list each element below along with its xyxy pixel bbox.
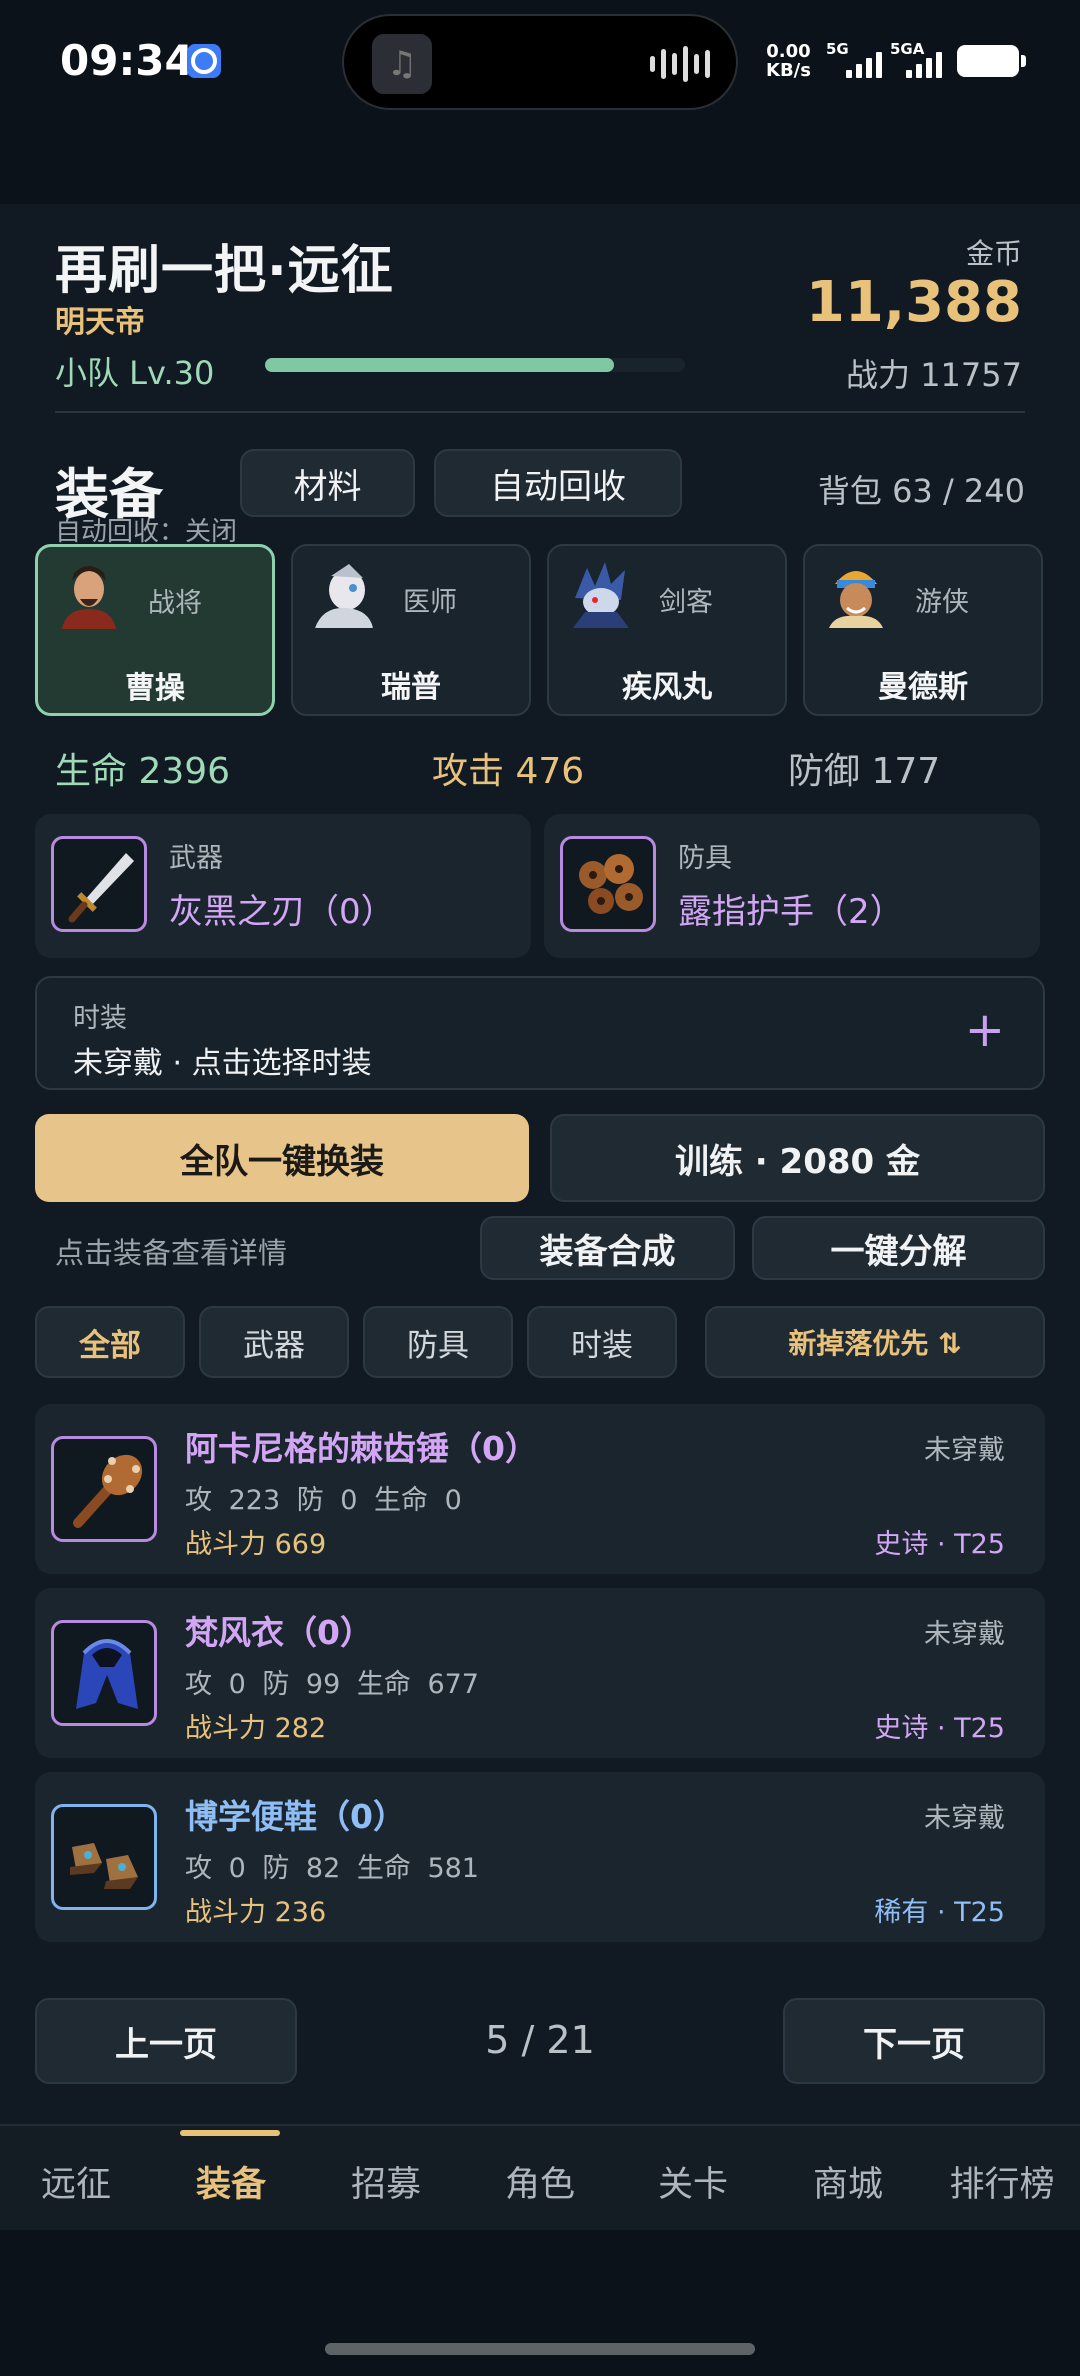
slot-type: 防具 [678, 843, 732, 874]
signal-bars-icon [846, 50, 882, 78]
train-button[interactable]: 训练 · 2080 金 [550, 1114, 1045, 1202]
hint-text: 点击装备查看详情 [55, 1236, 288, 1270]
costume-slot[interactable]: 时装 未穿戴 · 点击选择时装 + [35, 976, 1045, 1090]
music-note-icon: ♫ [372, 34, 432, 94]
item-rarity: 史诗 · T25 [874, 1713, 1005, 1744]
item-stats: 攻 0 防 99 生命 677 [185, 1669, 479, 1700]
item-power: 战斗力 236 [185, 1897, 327, 1928]
divider [55, 411, 1025, 413]
filter-costume[interactable]: 时装 [527, 1306, 677, 1378]
item-name: 梵风衣（0） [185, 1613, 373, 1652]
network-speed: 0.00 KB/s [766, 41, 811, 81]
gold-value: 11,388 [805, 270, 1022, 335]
mace-icon [51, 1436, 157, 1542]
nav-stage[interactable]: 关卡 [623, 2156, 763, 2207]
bottom-nav: 远征 装备 招募 角色 关卡 商城 排行榜 [0, 2124, 1080, 2230]
nav-ranking[interactable]: 排行榜 [932, 2156, 1072, 2207]
audio-wave-icon [650, 46, 710, 82]
nav-shop[interactable]: 商城 [778, 2156, 918, 2207]
materials-button[interactable]: 材料 [240, 449, 415, 517]
hero-class: 游侠 [915, 587, 969, 618]
hero-name: 曹操 [125, 671, 185, 706]
list-item[interactable]: 梵风衣（0） 攻 0 防 99 生命 677 战斗力 282 未穿戴 史诗 · … [35, 1588, 1045, 1758]
hero-name: 曼德斯 [878, 670, 968, 705]
filter-all[interactable]: 全部 [35, 1306, 185, 1378]
weapon-slot[interactable]: 武器 灰黑之刃（0） [35, 814, 531, 958]
list-item[interactable]: 博学便鞋（0） 攻 0 防 82 生命 581 战斗力 236 未穿戴 稀有 ·… [35, 1772, 1045, 1942]
active-tab-indicator [180, 2130, 280, 2136]
notification-app-icon [187, 44, 221, 78]
auto-recycle-button[interactable]: 自动回收 [434, 449, 682, 517]
hero-card-ruipu[interactable]: 医师 瑞普 [291, 544, 531, 716]
gold-label: 金币 [965, 237, 1022, 270]
plus-icon[interactable]: + [965, 1006, 1005, 1054]
filter-weapon[interactable]: 武器 [199, 1306, 349, 1378]
item-name: 阿卡尼格的棘齿锤（0） [185, 1429, 538, 1468]
slot-item-name: 灰黑之刃（0） [169, 892, 395, 932]
item-rarity: 稀有 · T25 [874, 1897, 1005, 1928]
xp-progress-bar [265, 358, 685, 372]
xp-progress-fill [265, 358, 614, 372]
item-rarity: 史诗 · T25 [874, 1529, 1005, 1560]
decompose-button[interactable]: 一键分解 [752, 1216, 1045, 1280]
hero-avatar [565, 558, 635, 628]
nav-equipment[interactable]: 装备 [161, 2156, 301, 2207]
hero-card-mandesi[interactable]: 游侠 曼德斯 [803, 544, 1043, 716]
hero-card-caocao[interactable]: 战将 曹操 [35, 544, 275, 716]
stat-atk: 攻击 476 [432, 751, 585, 792]
synthesize-button[interactable]: 装备合成 [480, 1216, 735, 1280]
costume-label: 时装 [73, 1003, 127, 1034]
cloak-icon [51, 1620, 157, 1726]
hero-avatar [309, 558, 379, 628]
costume-status: 未穿戴 · 点击选择时装 [73, 1046, 372, 1081]
item-worn-status: 未穿戴 [924, 1619, 1005, 1650]
nav-recruit[interactable]: 招募 [316, 2156, 456, 2207]
next-page-button[interactable]: 下一页 [783, 1998, 1045, 2084]
hero-class: 战将 [148, 588, 202, 619]
hero-avatar [821, 558, 891, 628]
armor-slot[interactable]: 防具 露指护手（2） [544, 814, 1040, 958]
nav-character[interactable]: 角色 [470, 2156, 610, 2207]
bag-capacity: 背包 63 / 240 [817, 472, 1025, 510]
hero-avatar [54, 559, 124, 629]
nav-expedition[interactable]: 远征 [6, 2156, 146, 2207]
item-name: 博学便鞋（0） [185, 1797, 406, 1836]
hero-class: 剑客 [659, 587, 713, 618]
signal-bars-icon [906, 50, 942, 78]
item-worn-status: 未穿戴 [924, 1803, 1005, 1834]
hero-name: 瑞普 [381, 670, 441, 705]
item-stats: 攻 0 防 82 生命 581 [185, 1853, 479, 1884]
team-level: 小队 Lv.30 [55, 354, 215, 392]
stat-def: 防御 177 [788, 751, 941, 792]
slot-item-name: 露指护手（2） [678, 892, 904, 932]
auto-recycle-status: 自动回收：关闭 [55, 517, 238, 547]
page-title: 再刷一把·远征 [55, 241, 394, 301]
dynamic-island[interactable]: ♫ [342, 14, 738, 110]
player-name: 明天帝 [55, 305, 145, 340]
item-power: 战斗力 282 [185, 1713, 327, 1744]
home-indicator[interactable] [325, 2343, 755, 2355]
hero-name: 疾风丸 [622, 670, 712, 705]
gauntlet-icon [560, 836, 656, 932]
filter-armor[interactable]: 防具 [363, 1306, 513, 1378]
status-bar: 09:34 ♫ 0.00 KB/s 5G 5GA [0, 0, 1080, 125]
status-time: 09:34 [60, 36, 194, 85]
sword-icon [51, 836, 147, 932]
boots-icon [51, 1804, 157, 1910]
hero-card-jifengwan[interactable]: 剑客 疾风丸 [547, 544, 787, 716]
team-equip-button[interactable]: 全队一键换装 [35, 1114, 529, 1202]
item-stats: 攻 223 防 0 生命 0 [185, 1485, 462, 1516]
item-worn-status: 未穿戴 [924, 1435, 1005, 1466]
list-item[interactable]: 阿卡尼格的棘齿锤（0） 攻 223 防 0 生命 0 战斗力 669 未穿戴 史… [35, 1404, 1045, 1574]
stat-hp: 生命 2396 [55, 751, 231, 792]
hero-class: 医师 [403, 587, 457, 618]
slot-type: 武器 [169, 843, 223, 874]
item-power: 战斗力 669 [185, 1529, 327, 1560]
team-power: 战力 11757 [846, 356, 1022, 394]
sort-button[interactable]: 新掉落优先 ⇅ [705, 1306, 1045, 1378]
battery-icon [957, 45, 1026, 77]
